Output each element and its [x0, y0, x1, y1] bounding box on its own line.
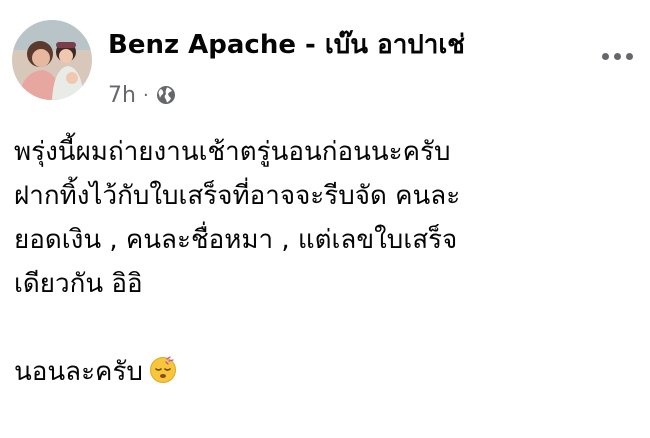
meta-separator: ·	[142, 84, 149, 106]
post-text-line: ยอดเงิน , คนละชื่อหมา , แต่เลขใบเสร็จ	[14, 225, 458, 255]
post-body: พรุ่งนี้ผมถ่ายงานเช้าตรู่นอนก่อนนะครับ ฝ…	[14, 130, 644, 394]
profile-photo-icon	[12, 20, 92, 100]
more-options-button[interactable]	[592, 36, 642, 76]
globe-icon[interactable]	[156, 85, 176, 105]
post-text-line: พรุ่งนี้ผมถ่ายงานเช้าตรู่นอนก่อนนะครับ	[14, 137, 451, 167]
post-timestamp[interactable]: 7h	[108, 83, 136, 108]
post-text-line: เดียวกัน อิอิ	[14, 269, 143, 299]
facebook-post: Benz Apache - เบ๊น อาปาเช่ 7h · พรุ่งนี้…	[0, 0, 650, 438]
post-closing-line: นอนละครับ	[14, 350, 644, 394]
more-options-dot	[625, 52, 633, 60]
author-name[interactable]: Benz Apache - เบ๊น อาปาเช่	[108, 28, 465, 62]
more-options-icon	[601, 52, 609, 60]
closing-text: นอนละครับ	[14, 357, 143, 387]
post-text-line: ฝากทิ้งไว้กับใบเสร็จที่อาจจะรีบจัด คนละ	[14, 181, 461, 211]
more-options-dot	[613, 52, 621, 60]
sleepy-face-emoji-icon	[149, 354, 177, 383]
author-avatar[interactable]	[12, 20, 92, 100]
post-meta: 7h ·	[108, 80, 176, 110]
